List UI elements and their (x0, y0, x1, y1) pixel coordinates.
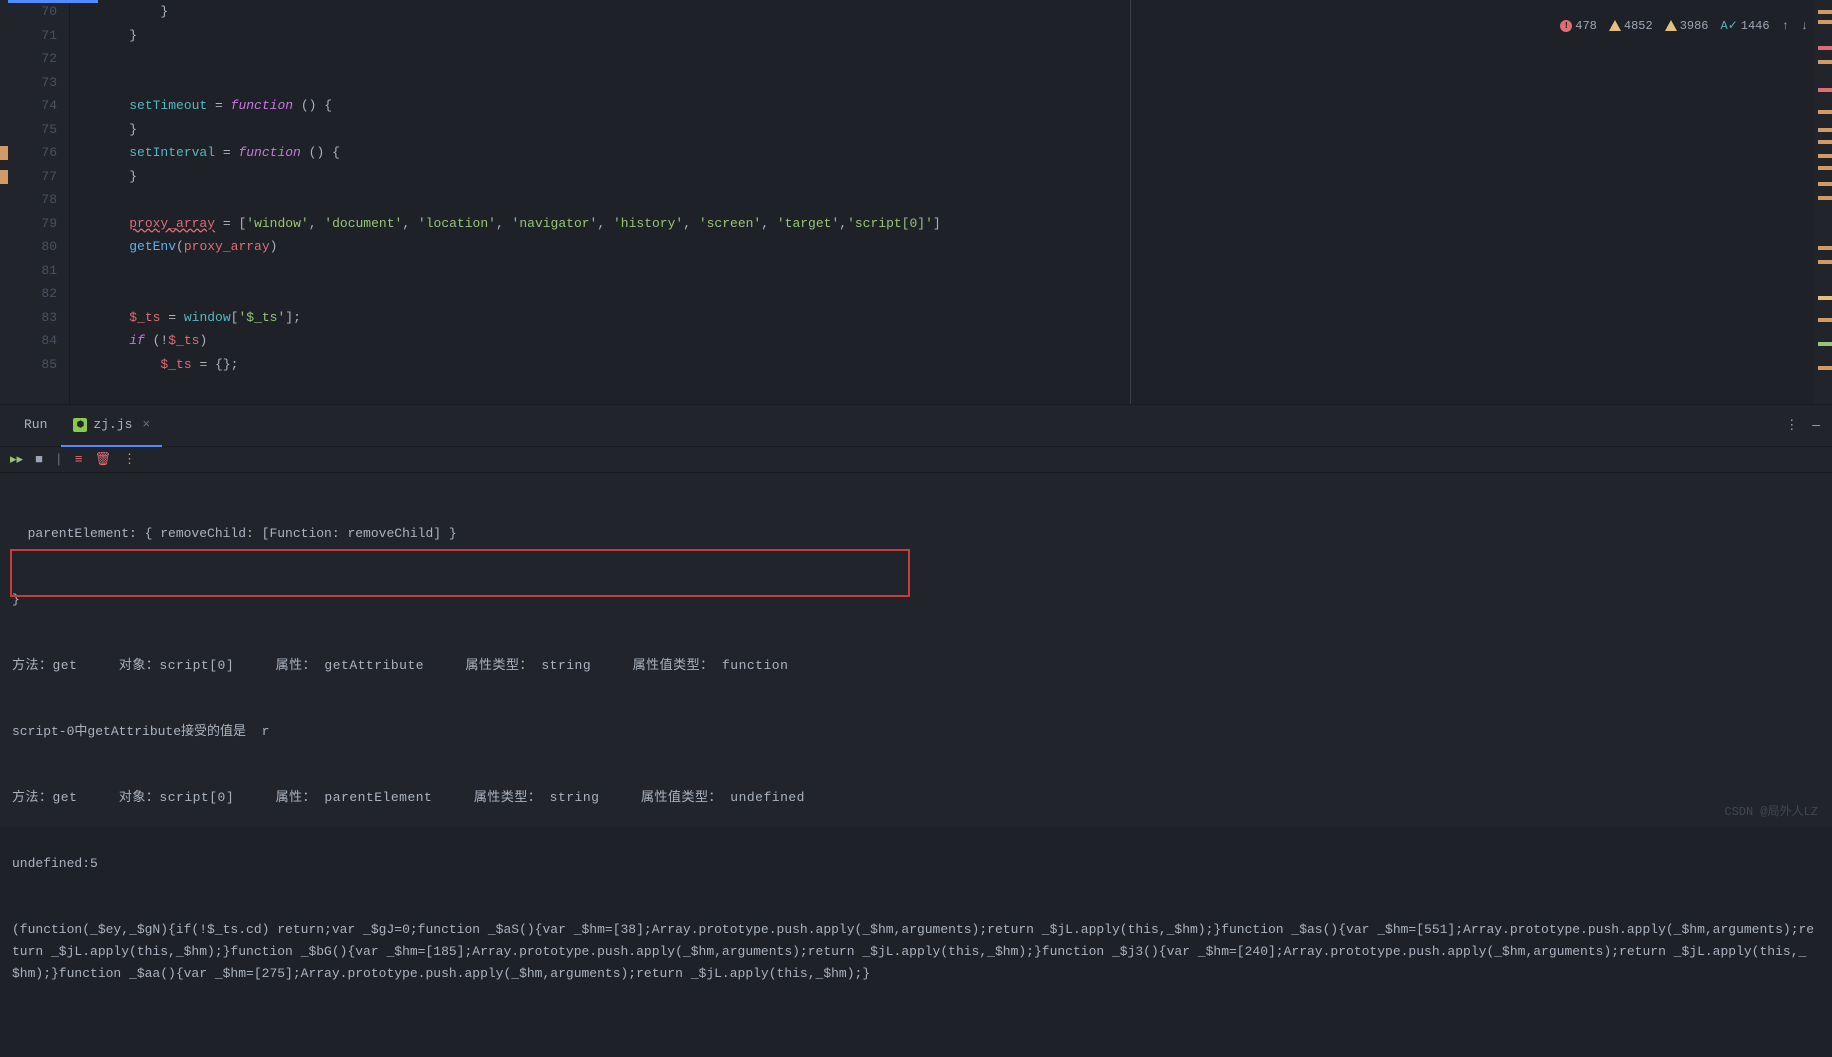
typo-count-value: 1446 (1741, 19, 1770, 33)
line-number: 82 (8, 282, 57, 306)
minimap-marker (1818, 20, 1832, 24)
minimap-marker (1818, 88, 1832, 92)
line-number: 78 (8, 188, 57, 212)
run-panel: Run ⬢ zj.js × ⋮ — ▸▸ ■ | ≡ 🗑 ⋮ parentEle… (0, 404, 1832, 827)
line-number: 80 (8, 235, 57, 259)
minimize-icon[interactable]: — (1812, 418, 1820, 433)
minimap-marker (1818, 246, 1832, 250)
minimap-marker (1818, 110, 1832, 114)
minimap-marker (1818, 366, 1832, 370)
file-tab[interactable]: ⬢ zj.js × (61, 405, 162, 447)
panel-actions: ⋮ — (1785, 418, 1820, 433)
line-number: 84 (8, 329, 57, 353)
panel-tabs: Run ⬢ zj.js × ⋮ — (0, 405, 1832, 447)
line-number: 75 (8, 118, 57, 142)
console-line: 方法：get 对象：script[0] 属性： getAttribute 属性类… (12, 655, 1820, 677)
divider: | (55, 452, 63, 467)
filter-icon[interactable]: ≡ (75, 452, 83, 467)
minimap-marker (1818, 128, 1832, 132)
ruler-line (1130, 0, 1131, 404)
typo-count[interactable]: A✓ 1446 (1721, 18, 1770, 33)
run-tab[interactable]: Run (10, 405, 61, 447)
code-line (98, 282, 1832, 306)
gutter-mark (0, 170, 8, 184)
error-count-value: 478 (1575, 19, 1597, 33)
line-number: 73 (8, 71, 57, 95)
code-line: proxy_array = ['window', 'document', 'lo… (98, 212, 1832, 236)
code-line: $_ts = window['$_ts']; (98, 306, 1832, 330)
close-icon[interactable]: × (142, 417, 150, 432)
minimap-scrollbar[interactable] (1814, 0, 1832, 404)
code-line (98, 259, 1832, 283)
warning-count-2[interactable]: 3986 (1665, 19, 1709, 33)
code-line (98, 71, 1832, 95)
console-line: script-0中getAttribute接受的值是 r (12, 721, 1820, 743)
run-toolbar: ▸▸ ■ | ≡ 🗑 ⋮ (0, 447, 1832, 473)
warning-count-value: 4852 (1624, 19, 1653, 33)
minimap-marker (1818, 182, 1832, 186)
line-number: 85 (8, 353, 57, 377)
console-output[interactable]: parentElement: { removeChild: [Function:… (0, 473, 1832, 1057)
gutter-mark (0, 146, 8, 160)
breakpoint-gutter[interactable] (0, 0, 8, 404)
minimap-marker (1818, 60, 1832, 64)
line-number: 76 (8, 141, 57, 165)
code-line: getEnv(proxy_array) (98, 235, 1832, 259)
rerun-icon[interactable]: ▸▸ (10, 452, 23, 467)
more-icon[interactable]: ⋮ (1785, 418, 1798, 433)
minimap-marker (1818, 166, 1832, 170)
line-number: 74 (8, 94, 57, 118)
run-tab-label: Run (24, 417, 47, 432)
minimap-marker (1818, 342, 1832, 346)
check-icon: A✓ (1721, 18, 1738, 33)
watermark: CSDN @局外人LZ (1724, 802, 1818, 819)
console-line: parentElement: { removeChild: [Function:… (12, 523, 1820, 545)
code-line: setTimeout = function () { (98, 94, 1832, 118)
more-actions-icon[interactable]: ⋮ (123, 452, 136, 467)
next-highlight-icon[interactable]: ↓ (1801, 19, 1808, 33)
stop-icon[interactable]: ■ (35, 452, 43, 467)
error-icon: ! (1560, 20, 1572, 32)
line-number: 77 (8, 165, 57, 189)
console-line: undefined:5 (12, 853, 1820, 875)
warning-count-1[interactable]: 4852 (1609, 19, 1653, 33)
code-line (98, 188, 1832, 212)
minimap-marker (1818, 260, 1832, 264)
inspection-status: ! 478 4852 3986 A✓ 1446 ↑ ↓ (1560, 18, 1808, 33)
line-number: 70 (8, 0, 57, 24)
warning-icon (1609, 20, 1621, 31)
line-number: 81 (8, 259, 57, 283)
editor-area: 70717273747576777879808182838485 } } set… (0, 0, 1832, 404)
minimap-marker (1818, 196, 1832, 200)
line-number: 83 (8, 306, 57, 330)
code-line: $_ts = {}; (98, 353, 1832, 377)
code-line: setInterval = function () { (98, 141, 1832, 165)
console-line: 方法：get 对象：script[0] 属性： parentElement 属性… (12, 787, 1820, 809)
minimap-marker (1818, 46, 1832, 50)
minimap-marker (1818, 154, 1832, 158)
code-line: } (98, 165, 1832, 189)
trash-icon[interactable]: 🗑 (95, 452, 112, 467)
minimap-marker (1818, 140, 1832, 144)
line-number: 71 (8, 24, 57, 48)
minimap-marker (1818, 296, 1832, 300)
file-tab-label: zj.js (93, 417, 132, 432)
code-line (98, 47, 1832, 71)
minimap-marker (1818, 10, 1832, 14)
prev-highlight-icon[interactable]: ↑ (1782, 19, 1789, 33)
warning-icon (1665, 20, 1677, 31)
line-number: 72 (8, 47, 57, 71)
minimap-marker (1818, 318, 1832, 322)
line-number-gutter: 70717273747576777879808182838485 (8, 0, 70, 404)
error-count[interactable]: ! 478 (1560, 19, 1597, 33)
console-line: } (12, 589, 1820, 611)
line-number: 79 (8, 212, 57, 236)
nodejs-icon: ⬢ (73, 418, 87, 432)
code-editor[interactable]: } } setTimeout = function () { } setInte… (70, 0, 1832, 404)
code-line: } (98, 118, 1832, 142)
warning-count-value: 3986 (1680, 19, 1709, 33)
console-line: (function(_$ey,_$gN){if(!$_ts.cd) return… (12, 919, 1820, 985)
code-line: if (!$_ts) (98, 329, 1832, 353)
